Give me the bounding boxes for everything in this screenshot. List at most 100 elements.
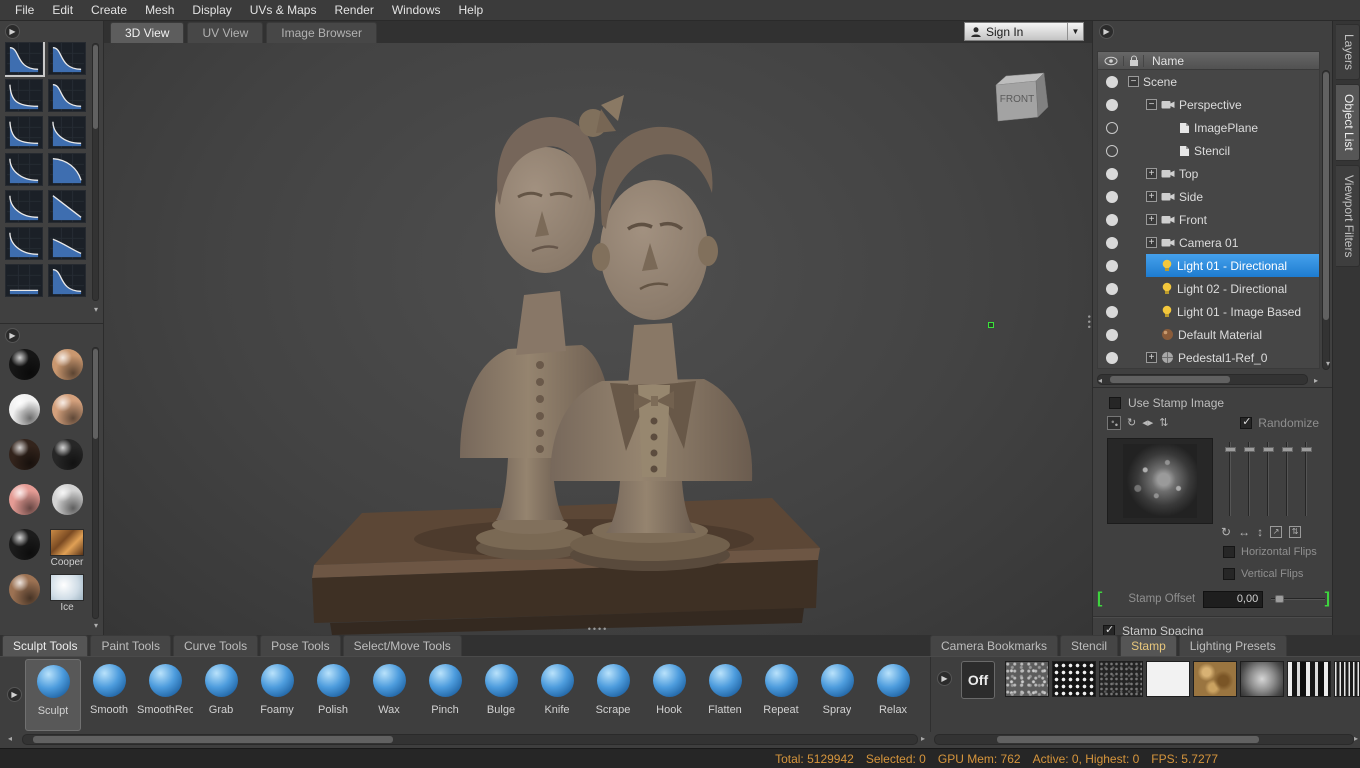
visibility-toggle[interactable] <box>1106 305 1118 318</box>
visibility-toggle[interactable] <box>1106 190 1118 203</box>
material-swatch-pink[interactable] <box>5 482 43 527</box>
collapse-toggle-icon[interactable]: − <box>1146 99 1157 110</box>
object-list-hscroll-left-icon[interactable]: ◂ <box>1098 376 1102 385</box>
tree-row-light-01-directional[interactable]: Light 01 - Directional <box>1098 254 1319 277</box>
tool-relax[interactable]: Relax <box>865 659 921 731</box>
visibility-toggle[interactable] <box>1106 144 1118 157</box>
menu-help[interactable]: Help <box>450 1 493 19</box>
material-swatch-dark-brown[interactable] <box>5 437 43 482</box>
rotate-stamp-icon[interactable]: ↻ <box>1221 526 1231 538</box>
falloff-preset-steep[interactable] <box>5 116 43 149</box>
tree-row-perspective[interactable]: − Perspective <box>1098 93 1319 116</box>
tooltab-sculpt-tools[interactable]: Sculpt Tools <box>2 634 89 656</box>
lock-column-lock-icon[interactable] <box>1124 54 1144 67</box>
reorder-stamp-icon[interactable]: ⇅ <box>1159 417 1168 429</box>
stamp-slider-2[interactable] <box>1240 438 1259 522</box>
expand-toggle-icon[interactable]: + <box>1146 352 1157 363</box>
menu-file[interactable]: File <box>6 1 43 19</box>
tools-scroll-right-icon[interactable]: ▸ <box>921 734 925 743</box>
stamp-thumbnail-bw-stripes[interactable] <box>1287 661 1331 697</box>
visibility-toggle[interactable] <box>1106 282 1118 295</box>
falloff-preset-concave[interactable] <box>5 153 43 186</box>
tools-tray-expand-arrow-icon[interactable]: ▶ <box>7 687 22 702</box>
tree-row-light-01-image-based[interactable]: Light 01 - Image Based <box>1098 300 1319 323</box>
falloff-scroll-down-icon[interactable]: ▾ <box>94 305 98 314</box>
tab-image-browser[interactable]: Image Browser <box>266 21 377 43</box>
menu-render[interactable]: Render <box>325 1 382 19</box>
tree-row-scene[interactable]: − Scene <box>1098 70 1319 93</box>
tool-pinch[interactable]: Pinch <box>417 659 473 731</box>
material-scrollbar[interactable] <box>92 347 99 619</box>
menu-display[interactable]: Display <box>183 1 240 19</box>
traytab-stencil[interactable]: Stencil <box>1060 634 1119 656</box>
material-panel-expand-arrow-icon[interactable]: ▶ <box>5 328 20 343</box>
tool-knife[interactable]: Knife <box>529 659 585 731</box>
tree-row-side[interactable]: + Side <box>1098 185 1319 208</box>
menu-windows[interactable]: Windows <box>383 1 450 19</box>
splitter-handle-bottom[interactable]: •••• <box>588 624 609 634</box>
falloff-preset-flat[interactable] <box>5 264 43 297</box>
tooltab-select-move-tools[interactable]: Select/Move Tools <box>342 634 462 656</box>
use-stamp-image-checkbox[interactable] <box>1109 397 1121 409</box>
falloff-scrollbar[interactable] <box>92 43 99 301</box>
view-cube[interactable]: FRONT <box>986 69 1058 135</box>
material-swatch-skin[interactable] <box>48 392 86 437</box>
visibility-toggle[interactable] <box>1106 213 1118 226</box>
material-swatch-white[interactable] <box>5 392 43 437</box>
tool-scrape[interactable]: Scrape <box>585 659 641 731</box>
visibility-toggle[interactable] <box>1106 121 1118 134</box>
falloff-preset-convex[interactable] <box>48 153 86 186</box>
tool-flatten[interactable]: Flatten <box>697 659 753 731</box>
tooltab-curve-tools[interactable]: Curve Tools <box>172 634 259 656</box>
tree-row-light-02-directional[interactable]: Light 02 - Directional <box>1098 277 1319 300</box>
menu-edit[interactable]: Edit <box>43 1 82 19</box>
menu-create[interactable]: Create <box>82 1 136 19</box>
tool-repeat[interactable]: Repeat <box>753 659 809 731</box>
traytab-camera-bookmarks[interactable]: Camera Bookmarks <box>930 634 1059 656</box>
refresh-stamp-icon[interactable]: ↻ <box>1127 417 1136 429</box>
falloff-preset-s-curve[interactable] <box>5 42 45 77</box>
falloff-preset-s-curve[interactable] <box>48 264 86 297</box>
tab-3d-view[interactable]: 3D View <box>110 21 185 43</box>
object-list-vscroll-down-icon[interactable]: ▾ <box>1326 359 1330 368</box>
traytab-lighting-presets[interactable]: Lighting Presets <box>1178 634 1287 656</box>
horizontal-flips-checkbox[interactable] <box>1223 546 1235 558</box>
flip-horizontal-icon[interactable]: ↔ <box>1238 526 1250 538</box>
expand-toggle-icon[interactable]: + <box>1146 214 1157 225</box>
falloff-preset-steep[interactable] <box>5 79 43 112</box>
visibility-column-eye-icon[interactable] <box>1098 55 1124 66</box>
stamp-slider-3[interactable] <box>1259 438 1278 522</box>
visibility-toggle[interactable] <box>1106 236 1118 249</box>
visibility-toggle[interactable] <box>1106 351 1118 364</box>
falloff-panel-expand-arrow-icon[interactable]: ▶ <box>5 24 20 39</box>
material-swatch-cooper[interactable]: Cooper <box>48 527 86 572</box>
menu-mesh[interactable]: Mesh <box>136 1 183 19</box>
visibility-toggle[interactable] <box>1106 98 1118 111</box>
tree-row-pedestal1-ref-0[interactable]: + Pedestal1-Ref_0 <box>1098 346 1319 368</box>
falloff-preset-concave[interactable] <box>5 190 43 223</box>
vertical-flips-checkbox[interactable] <box>1223 568 1235 580</box>
tree-row-default-material[interactable]: Default Material <box>1098 323 1319 346</box>
side-tab-viewport-filters[interactable]: Viewport Filters <box>1336 164 1360 268</box>
stamp-off-button[interactable]: Off <box>961 661 995 699</box>
material-swatch-black[interactable] <box>5 527 43 572</box>
traytab-stamp[interactable]: Stamp <box>1120 634 1177 656</box>
tree-row-imageplane[interactable]: ImagePlane <box>1098 116 1319 139</box>
collapse-toggle-icon[interactable]: − <box>1128 76 1139 87</box>
tools-scrollbar[interactable] <box>22 734 918 745</box>
sign-in-dropdown-icon[interactable]: ▼ <box>1067 23 1083 40</box>
falloff-preset-s-curve[interactable] <box>48 42 86 75</box>
tree-row-camera-01[interactable]: + Camera 01 <box>1098 231 1319 254</box>
object-list-expand-arrow-icon[interactable]: ▶ <box>1099 24 1114 39</box>
object-list-hscroll-right-icon[interactable]: ▸ <box>1314 376 1318 385</box>
edit-stamp-icon[interactable]: ⇅ <box>1289 526 1302 538</box>
tool-bulge[interactable]: Bulge <box>473 659 529 731</box>
stamp-thumbnail-dark-noise[interactable] <box>1099 661 1143 697</box>
stamp-slider-1[interactable] <box>1221 438 1240 522</box>
prev-next-stamp-icon[interactable]: ◂▸ <box>1142 417 1153 429</box>
stamp-tray-expand-arrow-icon[interactable]: ▶ <box>937 671 952 686</box>
expand-toggle-icon[interactable]: + <box>1146 237 1157 248</box>
flip-vertical-icon[interactable]: ↕ <box>1257 526 1263 538</box>
stamp-thumbnail-fine-lines[interactable] <box>1334 661 1360 697</box>
object-list-hscrollbar[interactable] <box>1097 374 1308 385</box>
